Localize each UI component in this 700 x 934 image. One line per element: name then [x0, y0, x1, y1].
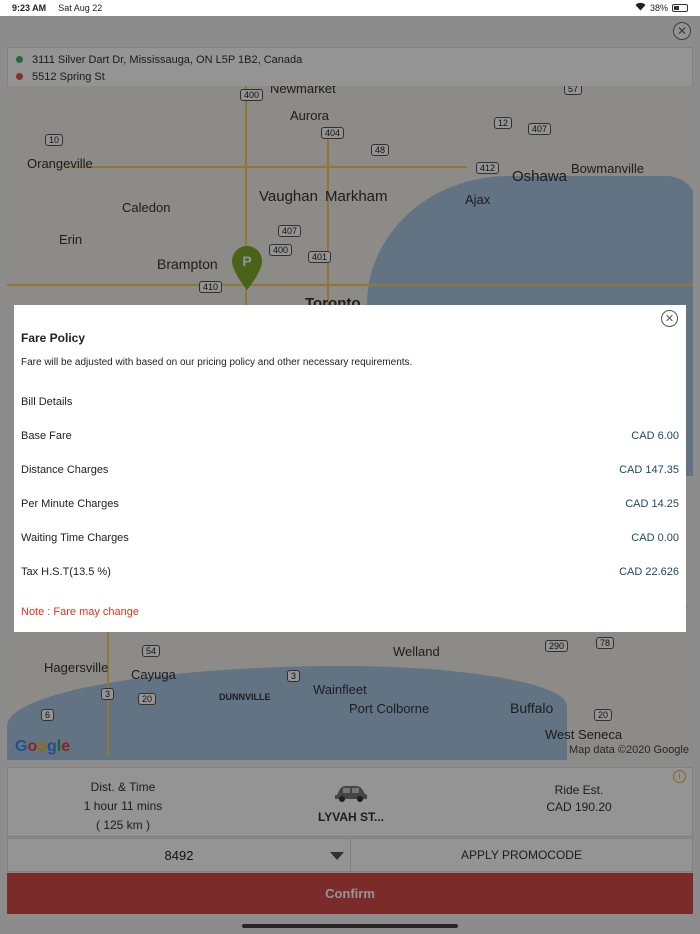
modal-title: Fare Policy [21, 331, 86, 345]
bill-amount: CAD 147.35 [619, 464, 679, 476]
bill-row: Distance Charges CAD 147.35 [21, 464, 679, 476]
wifi-icon [635, 2, 646, 14]
bill-label: Tax H.S.T(13.5 %) [21, 566, 111, 578]
bill-amount: CAD 6.00 [631, 430, 679, 442]
bill-row: Waiting Time Charges CAD 0.00 [21, 532, 679, 544]
bill-label: Base Fare [21, 430, 72, 442]
bill-row: Tax H.S.T(13.5 %) CAD 22.626 [21, 566, 679, 578]
bill-row: Per Minute Charges CAD 14.25 [21, 498, 679, 510]
status-date: Sat Aug 22 [58, 3, 103, 13]
bill-amount: CAD 14.25 [625, 498, 679, 510]
fare-note: Note : Fare may change [21, 606, 140, 618]
bill-amount: CAD 0.00 [631, 532, 679, 544]
status-time: 9:23 AM [12, 3, 47, 13]
fare-policy-description: Fare will be adjusted with based on our … [21, 357, 413, 368]
bill-details-title: Bill Details [21, 396, 73, 408]
close-icon: ✕ [664, 313, 675, 325]
battery-percent: 38% [649, 3, 668, 13]
bill-label: Per Minute Charges [21, 498, 119, 510]
modal-close-button[interactable]: ✕ [661, 310, 678, 327]
bill-label: Waiting Time Charges [21, 532, 129, 544]
status-bar: 9:23 AM Sat Aug 22 38% [0, 0, 700, 16]
bill-amount: CAD 22.626 [619, 566, 679, 578]
bill-label: Distance Charges [21, 464, 109, 476]
battery-icon [672, 4, 688, 12]
fare-policy-modal: ✕ Fare Policy Fare will be adjusted with… [14, 305, 686, 632]
bill-row: Base Fare CAD 6.00 [21, 430, 679, 442]
